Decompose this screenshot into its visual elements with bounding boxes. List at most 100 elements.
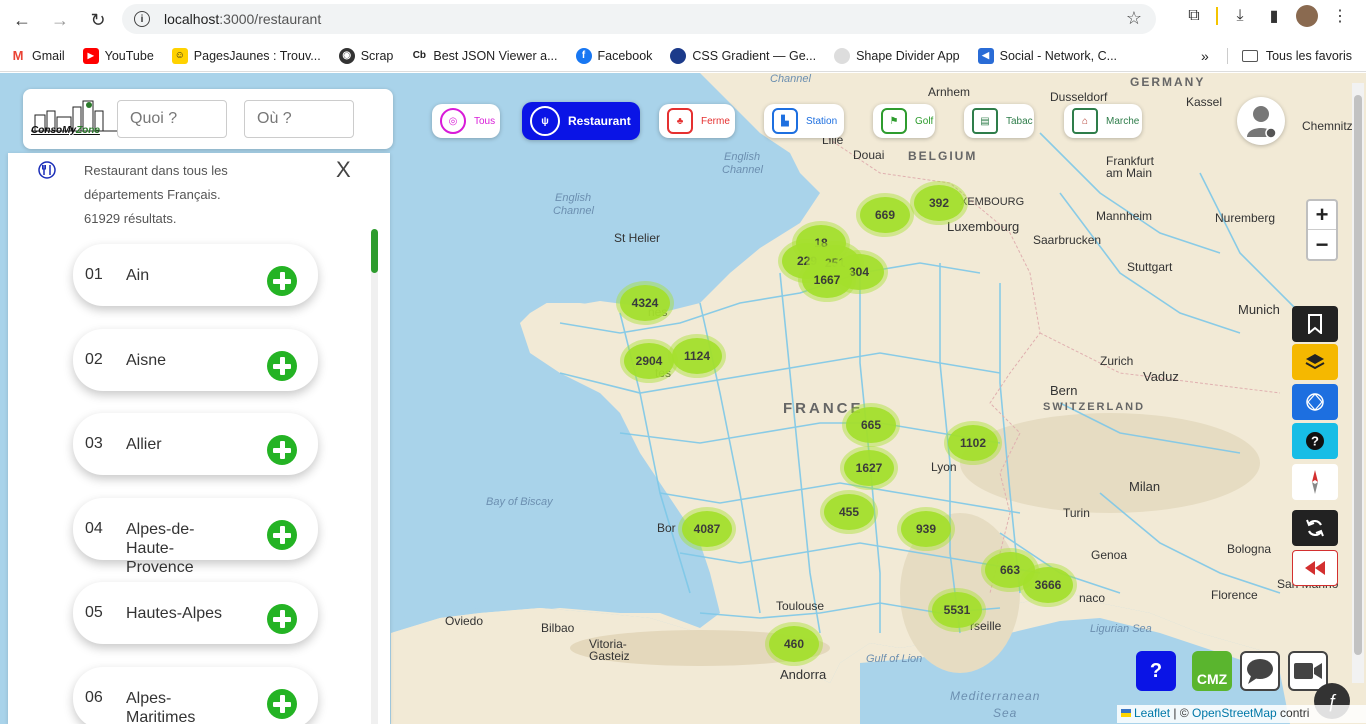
map-cluster[interactable]: 1102 — [948, 425, 998, 461]
bookmark-json-viewer[interactable]: Cb Best JSON Viewer a... — [411, 48, 558, 64]
cmz-button[interactable]: CMZ — [1192, 651, 1232, 691]
map-label-kassel: Kassel — [1186, 95, 1223, 109]
layers-button[interactable] — [1292, 344, 1338, 380]
add-circle-icon[interactable] — [267, 435, 297, 465]
map-scrollbar[interactable] — [1352, 83, 1364, 683]
department-card[interactable]: 04 Alpes-de-Haute-Provence — [73, 498, 318, 576]
results-header: Restaurant dans tous les départements Fr… — [8, 153, 390, 233]
chat-button[interactable] — [1240, 651, 1280, 691]
close-results-button[interactable]: X — [336, 157, 351, 183]
bookmark-css-gradient[interactable]: CSS Gradient — Ge... — [670, 47, 816, 64]
bookmark-gmail[interactable]: M Gmail — [10, 48, 65, 64]
add-circle-icon[interactable] — [267, 604, 297, 634]
bookmark-youtube[interactable]: ▶ YouTube — [82, 47, 154, 64]
compass-icon — [1312, 470, 1318, 494]
side-panel-icon[interactable]: ▮ — [1262, 4, 1286, 28]
address-bar[interactable]: i localhost:3000/restaurant ☆ — [122, 4, 1156, 34]
network-icon — [1306, 393, 1324, 411]
site-info-icon[interactable]: i — [134, 11, 150, 27]
add-circle-icon[interactable] — [267, 689, 297, 719]
rewind-button[interactable] — [1292, 550, 1338, 586]
where-search-input[interactable] — [244, 100, 354, 138]
category-golf-button[interactable]: ⚑ Golf — [873, 104, 935, 138]
add-circle-icon[interactable] — [267, 266, 297, 296]
map-label-monaco: naco — [1079, 591, 1106, 605]
user-avatar[interactable] — [1237, 97, 1285, 145]
map-label-andorra: Andorra — [780, 667, 827, 682]
department-card[interactable]: 01 Ain — [73, 244, 318, 306]
network-button[interactable] — [1292, 384, 1338, 420]
osm-link[interactable]: OpenStreetMap — [1192, 706, 1277, 720]
more-bookmarks-icon[interactable]: » — [1201, 48, 1209, 64]
category-marche-button[interactable]: ⌂ Marche — [1064, 104, 1142, 138]
compass-button[interactable] — [1292, 464, 1338, 500]
department-card[interactable]: 02 Aisne — [73, 329, 318, 391]
bookmark-social[interactable]: ◀ Social - Network, C... — [977, 47, 1117, 64]
map-cluster[interactable]: 392 — [914, 185, 964, 221]
map-scrollbar-thumb[interactable] — [1354, 95, 1362, 655]
map-label-luxembourg-country: XEMBOURG — [960, 196, 1025, 208]
department-number: 02 — [85, 351, 103, 368]
category-ferme-button[interactable]: ♣ Ferme — [659, 104, 735, 138]
bookmark-scrap[interactable]: ◉ Scrap — [338, 47, 393, 64]
department-name: Alpes-de-Haute-Provence — [126, 521, 195, 576]
map-cluster[interactable]: 460 — [769, 626, 819, 662]
menu-kebab-icon[interactable]: ⋮ — [1328, 4, 1352, 28]
bookmark-button[interactable] — [1292, 306, 1338, 342]
map-cluster[interactable]: 1627 — [844, 450, 894, 486]
zoom-out-button[interactable]: − — [1308, 230, 1336, 259]
rewind-icon — [1305, 561, 1325, 575]
cb-icon: Cb — [412, 50, 427, 61]
forward-icon[interactable]: → — [44, 4, 76, 36]
map-cluster[interactable]: 455 — [824, 494, 874, 530]
map-cluster[interactable]: 939 — [901, 511, 951, 547]
map-label-mediterranean-1: Mediterranean — [950, 689, 1041, 703]
map-label-bordeaux: Bor — [657, 521, 676, 535]
facebook-icon: f — [575, 47, 592, 64]
what-search-input[interactable] — [117, 100, 227, 138]
department-number: 04 — [85, 520, 103, 537]
map-cluster[interactable]: 4087 — [682, 511, 732, 547]
category-tabac-button[interactable]: ▤ Tabac — [964, 104, 1034, 138]
map-label-chemnitz: Chemnitz — [1302, 119, 1353, 133]
reload-icon[interactable]: ↻ — [82, 4, 114, 36]
all-favorites-link[interactable]: Tous les favoris — [1266, 49, 1352, 63]
add-circle-icon[interactable] — [267, 351, 297, 381]
bookmark-shape-divider[interactable]: Shape Divider App — [834, 47, 960, 64]
department-card[interactable]: 05 Hautes-Alpes — [73, 582, 318, 644]
download-icon[interactable]: ⤓ — [1228, 4, 1252, 28]
category-tous-button[interactable]: ◎ Tous — [432, 104, 500, 138]
leaflet-link[interactable]: Leaflet — [1134, 706, 1170, 720]
category-station-button[interactable]: ▙ Station — [764, 104, 844, 138]
map-cluster[interactable]: 1667 — [802, 262, 852, 298]
results-scrollbar-thumb[interactable] — [371, 229, 378, 273]
map-cluster[interactable]: 1124 — [672, 338, 722, 374]
chat-bubble-icon — [1247, 659, 1273, 684]
cssgradient-icon — [670, 47, 687, 64]
map-cluster[interactable]: 4324 — [620, 285, 670, 321]
map-cluster[interactable]: 665 — [846, 407, 896, 443]
add-circle-icon[interactable] — [267, 520, 297, 550]
map-cluster[interactable]: 669 — [860, 197, 910, 233]
department-card[interactable]: 03 Allier — [73, 413, 318, 475]
map-cluster[interactable]: 3666 — [1023, 567, 1073, 603]
help-button[interactable]: ? — [1292, 423, 1338, 459]
bookmark-star-icon[interactable]: ☆ — [1126, 8, 1142, 29]
market-icon: ⌂ — [1072, 108, 1098, 134]
results-count: 61929 résultats. — [84, 211, 177, 226]
map-label-mediterranean-2: Sea — [993, 706, 1018, 720]
category-restaurant-button[interactable]: ψ Restaurant — [522, 102, 640, 140]
bookmark-pagesjaunes[interactable]: ☺ PagesJaunes : Trouv... — [171, 47, 321, 64]
extensions-icon[interactable]: ⧉ — [1182, 4, 1206, 28]
bookmark-facebook[interactable]: f Facebook — [575, 47, 652, 64]
refresh-button[interactable] — [1292, 510, 1338, 546]
help-question-button[interactable]: ? — [1136, 651, 1176, 691]
zoom-in-button[interactable]: + — [1308, 201, 1336, 230]
map-cluster[interactable]: 2904 — [624, 343, 674, 379]
map-cluster[interactable]: 5531 — [932, 592, 982, 628]
back-icon[interactable]: ← — [6, 4, 38, 36]
department-card[interactable]: 06 Alpes-Maritimes — [73, 667, 318, 724]
results-panel: Restaurant dans tous les départements Fr… — [8, 153, 390, 724]
profile-avatar[interactable] — [1296, 5, 1318, 27]
results-scrollbar[interactable] — [371, 229, 378, 724]
